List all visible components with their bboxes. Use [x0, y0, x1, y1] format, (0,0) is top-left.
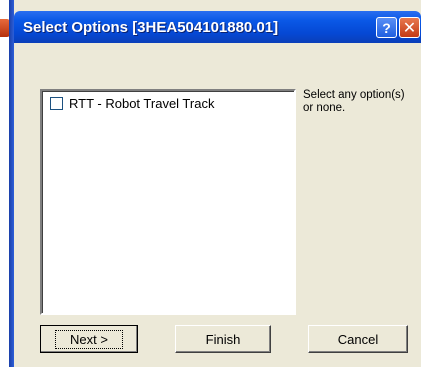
next-button[interactable]: Next >	[40, 325, 138, 353]
title-bar[interactable]: Select Options [3HEA504101880.01] ? ✕	[14, 11, 421, 43]
option-label[interactable]: RTT - Robot Travel Track	[69, 96, 214, 111]
cancel-button[interactable]: Cancel	[308, 325, 408, 353]
next-button-label: Next >	[55, 329, 123, 349]
hint-text: Select any option(s) or none.	[303, 89, 405, 114]
list-item[interactable]: RTT - Robot Travel Track	[50, 96, 214, 111]
dialog-body: RTT - Robot Travel Track Select any opti…	[14, 43, 421, 367]
close-icon[interactable]: ✕	[399, 17, 420, 38]
options-list[interactable]: RTT - Robot Travel Track	[40, 89, 296, 315]
select-options-dialog: Select Options [3HEA504101880.01] ? ✕ RT…	[14, 0, 421, 367]
option-checkbox[interactable]	[50, 97, 63, 110]
finish-button[interactable]: Finish	[175, 325, 271, 353]
background-window-edge	[0, 0, 14, 367]
window-title: Select Options [3HEA504101880.01]	[23, 19, 279, 36]
help-icon[interactable]: ?	[376, 17, 397, 38]
